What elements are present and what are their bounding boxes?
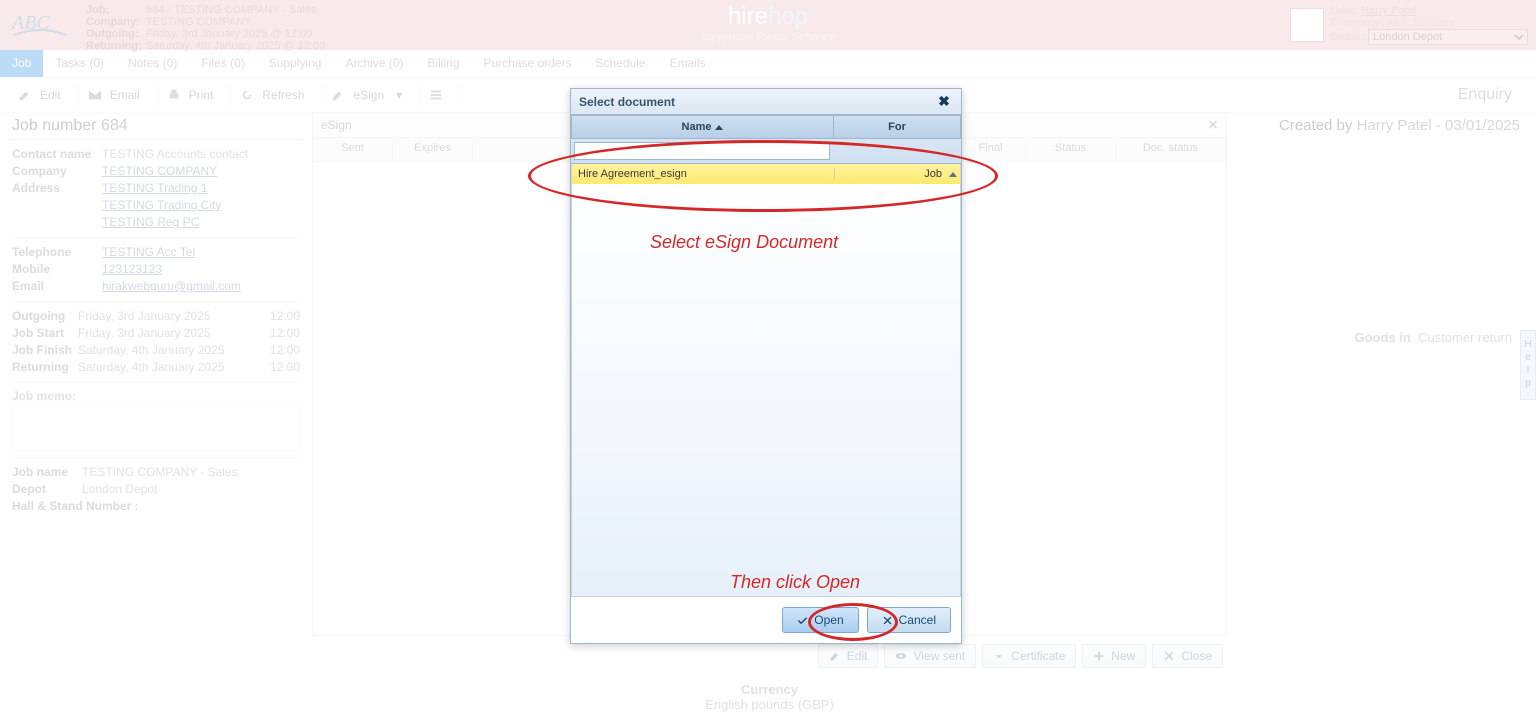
col-expires[interactable]: Expires <box>393 138 473 161</box>
user-link[interactable]: Harry Patel <box>1361 5 1416 17</box>
brand: hirehop Equipment Rental Software <box>701 3 835 43</box>
goods-in: Goods in Customer return <box>1349 328 1519 347</box>
tab-billing[interactable]: Billing <box>415 50 471 77</box>
close-icon <box>882 615 893 626</box>
pencil-icon <box>18 88 32 102</box>
refresh-icon <box>240 88 254 102</box>
top-header: ABC Job:684 - TESTING COMPANY - Sales Co… <box>0 0 1536 50</box>
tab-po[interactable]: Purchase orders <box>472 50 584 77</box>
depot-select[interactable]: London Depot <box>1368 29 1528 45</box>
select-document-dialog: Select document ✖ Name For Hire Agreemen… <box>570 88 962 644</box>
dialog-title-bar: Select document ✖ <box>571 89 961 115</box>
left-column: Job number 684 Contact nameTESTING Accou… <box>10 113 302 718</box>
view-sent-button[interactable]: View sent <box>884 644 976 668</box>
email-button[interactable]: Email <box>80 84 159 106</box>
refresh-button[interactable]: Refresh <box>232 84 323 106</box>
grid-edit-button[interactable]: Edit <box>818 644 879 668</box>
address-line-1[interactable]: TESTING Trading 1 <box>102 180 207 197</box>
help-tab[interactable]: Help <box>1520 330 1536 400</box>
signature-icon <box>331 88 345 102</box>
address-line-3[interactable]: TESTING Reg PC <box>102 214 199 231</box>
tab-schedule[interactable]: Schedule <box>584 50 658 77</box>
col-sent[interactable]: Sent <box>313 138 393 161</box>
mobile-link[interactable]: 123123123 <box>102 261 162 278</box>
pencil-icon <box>829 650 841 662</box>
edit-button[interactable]: Edit <box>10 84 80 106</box>
tab-archive[interactable]: Archive (0) <box>333 50 415 77</box>
dialog-close-icon[interactable]: ✖ <box>935 93 953 111</box>
dialog-row[interactable]: Hire Agreement_esign Job <box>572 164 960 184</box>
tab-files[interactable]: Files (0) <box>189 50 256 77</box>
esign-title: eSign <box>321 118 352 132</box>
tab-emails[interactable]: Emails <box>658 50 718 77</box>
col-docstatus[interactable]: Doc. status <box>1116 138 1226 161</box>
created-by: Created by Harry Patel - 03/01/2025 <box>1273 113 1526 138</box>
dialog-filter-input[interactable] <box>574 142 830 160</box>
envelope-icon <box>88 88 102 102</box>
cancel-button[interactable]: Cancel <box>867 607 951 633</box>
eye-icon <box>895 650 907 662</box>
esign-button[interactable]: eSign▾ <box>323 84 421 106</box>
close-icon <box>1163 650 1175 662</box>
esign-close-icon[interactable]: ✕ <box>1208 118 1218 132</box>
menu-icon <box>429 88 443 102</box>
dialog-col-name[interactable]: Name <box>571 115 834 139</box>
tab-notes[interactable]: Notes (0) <box>116 50 189 77</box>
download-icon <box>993 650 1005 662</box>
job-memo[interactable] <box>12 403 300 451</box>
printer-icon <box>167 88 181 102</box>
check-icon <box>797 615 808 626</box>
contact-name: TESTING Accounts contact <box>102 146 248 163</box>
job-memo-label: Job memo: <box>12 389 300 403</box>
scroll-up-icon[interactable] <box>949 172 957 177</box>
tab-supplying[interactable]: Supplying <box>257 50 334 77</box>
dialog-col-for[interactable]: For <box>834 115 961 139</box>
plus-icon <box>1093 650 1105 662</box>
company-link[interactable]: TESTING COMPANY <box>102 163 217 180</box>
email-link[interactable]: hirakwebguru@gmail.com <box>102 278 241 295</box>
col-status[interactable]: Status <box>1026 138 1116 161</box>
tab-tasks[interactable]: Tasks (0) <box>43 50 116 77</box>
tab-job[interactable]: Job <box>0 50 43 77</box>
dialog-list[interactable]: Hire Agreement_esign Job <box>571 164 961 597</box>
job-number: Job number 684 <box>10 113 302 140</box>
open-button[interactable]: Open <box>782 607 858 633</box>
main-tabs: Job Tasks (0) Notes (0) Files (0) Supply… <box>0 50 1536 78</box>
sort-asc-icon <box>715 125 723 130</box>
menu-button[interactable] <box>421 84 462 106</box>
page-status: Enquiry <box>1458 86 1526 104</box>
address-line-2[interactable]: TESTING Trading City <box>102 197 221 214</box>
header-job-meta: Job:684 - TESTING COMPANY - Sales Compan… <box>80 0 331 50</box>
col-final[interactable]: Final <box>956 138 1026 161</box>
telephone-link[interactable]: TESTING Acc Tel <box>102 244 195 261</box>
avatar <box>1290 8 1324 42</box>
certificate-button[interactable]: Certificate <box>982 644 1076 668</box>
new-button[interactable]: New <box>1082 644 1146 668</box>
grid-close-button[interactable]: Close <box>1152 644 1223 668</box>
user-box: User: Harry Patel Company: ABC Services … <box>1290 0 1536 50</box>
company-logo: ABC <box>0 0 80 50</box>
print-button[interactable]: Print <box>159 84 233 106</box>
